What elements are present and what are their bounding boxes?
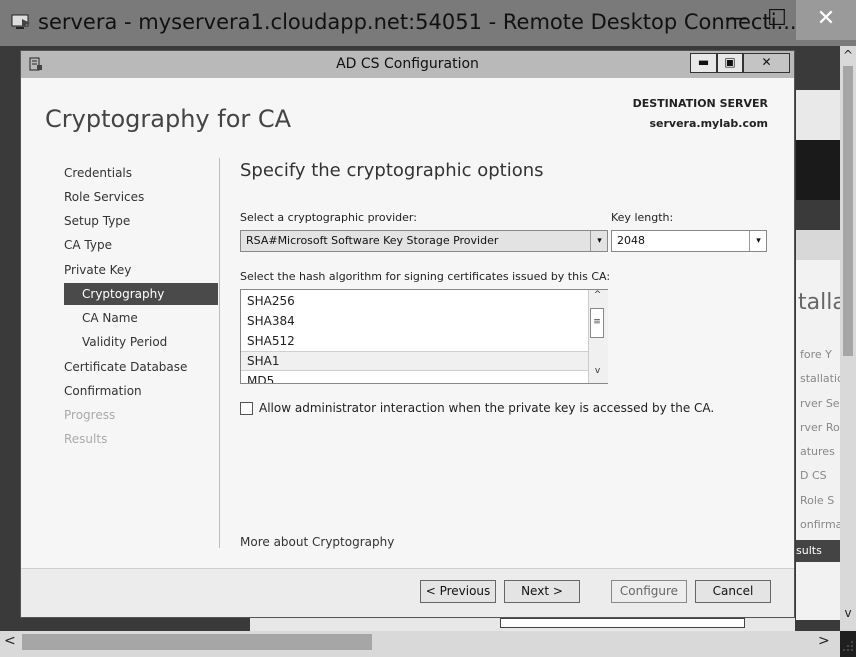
dialog-minimize-button[interactable]: ▬ bbox=[690, 53, 717, 73]
dialog-title: AD CS Configuration bbox=[336, 56, 479, 72]
scroll-up-arrow-icon[interactable]: ^ bbox=[588, 290, 607, 306]
hash-list-scroll-thumb[interactable]: ≡ bbox=[590, 308, 604, 338]
maximize-button[interactable]: ☐ bbox=[760, 0, 794, 40]
background-nav-item: D CS bbox=[800, 469, 827, 482]
nav-item-cryptography[interactable]: Cryptography bbox=[82, 283, 164, 305]
background-nav-item: rver Ro bbox=[800, 421, 840, 434]
key-length-value: 2048 bbox=[617, 234, 645, 247]
background-nav-item: fore Y bbox=[800, 348, 832, 361]
key-length-label: Key length: bbox=[611, 211, 674, 224]
hash-item-sha256[interactable]: SHA256 bbox=[241, 291, 587, 311]
dialog-close-button[interactable]: ✕ bbox=[743, 53, 790, 73]
scroll-down-arrow-icon[interactable]: v bbox=[588, 366, 607, 382]
more-about-cryptography-link[interactable]: More about Cryptography bbox=[240, 535, 394, 549]
background-nav-item: rver Se bbox=[800, 397, 840, 410]
nav-divider bbox=[219, 158, 220, 548]
nav-item-role-services[interactable]: Role Services bbox=[64, 186, 144, 208]
rdp-title: servera - myservera1.cloudapp.net:54051 … bbox=[38, 10, 797, 34]
nav-item-credentials[interactable]: Credentials bbox=[64, 162, 132, 184]
background-window-dark-panel bbox=[796, 140, 840, 200]
chevron-down-icon[interactable]: ▾ bbox=[749, 231, 767, 251]
hash-item-sha512[interactable]: SHA512 bbox=[241, 331, 587, 351]
provider-dropdown-value: RSA#Microsoft Software Key Storage Provi… bbox=[246, 234, 499, 247]
nav-item-confirmation[interactable]: Confirmation bbox=[64, 380, 142, 402]
scroll-left-arrow-icon[interactable]: < bbox=[4, 633, 20, 653]
nav-item-ca-type[interactable]: CA Type bbox=[64, 234, 112, 256]
background-header-strip bbox=[796, 230, 840, 260]
destination-server-name: servera.mylab.com bbox=[649, 117, 768, 130]
next-button[interactable]: Next > bbox=[504, 580, 580, 603]
hash-algorithm-label: Select the hash algorithm for signing ce… bbox=[240, 270, 611, 283]
nav-item-results: Results bbox=[64, 432, 108, 446]
cancel-button[interactable]: Cancel bbox=[695, 580, 771, 603]
hash-item-sha384[interactable]: SHA384 bbox=[241, 311, 587, 331]
configure-button[interactable]: Configure bbox=[611, 580, 687, 603]
scroll-up-arrow-icon[interactable]: ^ bbox=[840, 48, 856, 66]
allow-admin-interaction-label[interactable]: Allow administrator interaction when the… bbox=[259, 401, 714, 415]
hash-item-md5[interactable]: MD5 bbox=[241, 371, 587, 383]
underlying-window-bar bbox=[500, 618, 745, 628]
nav-item-private-key[interactable]: Private Key bbox=[64, 259, 131, 281]
nav-item-certificate-database[interactable]: Certificate Database bbox=[64, 356, 187, 378]
background-installation-heading: talla bbox=[798, 290, 840, 315]
scroll-down-arrow-icon[interactable]: v bbox=[840, 606, 856, 624]
nav-item-ca-name[interactable]: CA Name bbox=[82, 307, 138, 329]
background-nav-item-results: sults bbox=[796, 540, 840, 562]
vertical-scroll-thumb[interactable] bbox=[843, 66, 853, 356]
destination-server-label: DESTINATION SERVER bbox=[632, 97, 768, 110]
previous-button[interactable]: < Previous bbox=[420, 580, 496, 603]
chevron-down-icon[interactable]: ▾ bbox=[590, 231, 608, 251]
section-heading: Specify the cryptographic options bbox=[240, 160, 544, 181]
resize-grip-icon[interactable] bbox=[842, 640, 854, 652]
nav-item-validity-period[interactable]: Validity Period bbox=[82, 331, 167, 353]
page-title: Cryptography for CA bbox=[45, 105, 292, 133]
minimize-button[interactable]: — bbox=[712, 0, 760, 40]
nav-item-setup-type[interactable]: Setup Type bbox=[64, 210, 130, 232]
hash-item-sha1[interactable]: SHA1 bbox=[241, 351, 587, 371]
allow-admin-interaction-checkbox[interactable] bbox=[240, 402, 253, 415]
remote-desktop-icon bbox=[11, 14, 30, 29]
provider-label: Select a cryptographic provider: bbox=[240, 211, 417, 224]
horizontal-scroll-thumb[interactable] bbox=[22, 634, 372, 650]
close-button[interactable]: ✕ bbox=[796, 0, 856, 40]
background-nav-item: Role S bbox=[800, 494, 835, 507]
dialog-maximize-button[interactable]: ▣ bbox=[717, 53, 743, 73]
scroll-right-arrow-icon[interactable]: > bbox=[818, 633, 834, 653]
nav-item-progress: Progress bbox=[64, 408, 116, 422]
background-nav-item: onfirma bbox=[800, 518, 840, 531]
background-nav-item: atures bbox=[800, 445, 835, 458]
background-nav-item: stallatic bbox=[800, 372, 840, 385]
